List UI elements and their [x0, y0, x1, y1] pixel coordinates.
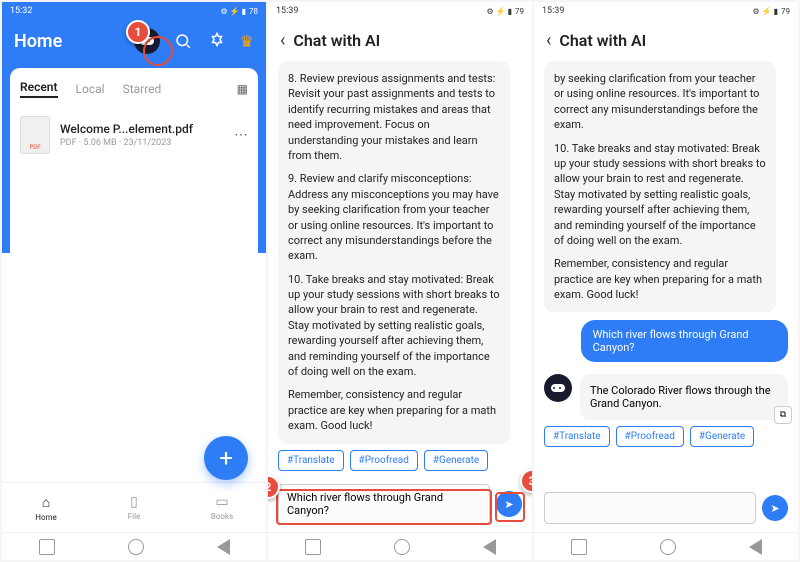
file-meta: PDF · 5.06 MB · 23/11/2023 — [60, 138, 224, 148]
books-icon: ▭ — [215, 494, 228, 510]
home-button[interactable] — [660, 539, 676, 555]
chat-screen-input: 15:39 ⚙ ⚡ ▮79 ‹ Chat with AI 8. Review p… — [268, 2, 532, 560]
file-tabs: Recent Local Starred ▦ — [20, 80, 248, 98]
home-button[interactable] — [394, 539, 410, 555]
user-message: Which river flows through Grand Canyon? — [581, 320, 788, 362]
callout-1: 1 — [126, 20, 150, 44]
quick-actions: #Translate #Proofread #Generate — [544, 420, 788, 453]
file-thumbnail-icon: PDF — [20, 116, 50, 154]
home-button[interactable] — [128, 539, 144, 555]
ai-message: 8. Review previous assignments and tests… — [278, 61, 510, 444]
recents-button[interactable] — [39, 539, 55, 555]
status-bar: 15:39 ⚙ ⚡ ▮79 — [534, 2, 798, 20]
tab-local[interactable]: Local — [76, 82, 105, 96]
nav-file[interactable]: ▯ File — [90, 483, 178, 532]
status-time: 15:39 — [276, 6, 298, 16]
back-icon[interactable]: ‹ — [280, 30, 285, 51]
chat-input-row: ➤ — [534, 486, 798, 532]
translate-button[interactable]: #Translate — [278, 450, 344, 471]
chat-title: Chat with AI — [559, 31, 646, 50]
chat-screen-reply: 15:39 ⚙ ⚡ ▮79 ‹ Chat with AI by seeking … — [534, 2, 798, 560]
status-icons: ⚙ ⚡ ▮79 — [752, 7, 790, 16]
system-nav — [268, 532, 532, 560]
tab-starred[interactable]: Starred — [123, 82, 162, 96]
status-time: 15:32 — [10, 6, 32, 16]
status-icons: ⚙ ⚡ ▮78 — [220, 7, 258, 16]
proofread-button[interactable]: #Proofread — [350, 450, 418, 471]
ai-avatar-icon — [544, 374, 572, 402]
chat-input-row: Which river flows through Grand Canyon? … — [268, 478, 532, 532]
copy-icon[interactable]: ⧉ — [774, 406, 792, 424]
system-nav — [2, 532, 266, 560]
file-list-item[interactable]: PDF Welcome P...element.pdf PDF · 5.06 M… — [20, 110, 248, 160]
ai-message: by seeking clarification from your teach… — [544, 61, 776, 312]
search-icon[interactable] — [172, 30, 194, 52]
page-title: Home — [14, 31, 62, 52]
home-screen: 15:32 ⚙ ⚡ ▮78 Home ♛ Recent Local Starre… — [2, 2, 266, 560]
recents-button[interactable] — [305, 539, 321, 555]
system-nav — [534, 532, 798, 560]
send-button[interactable]: ➤ — [496, 491, 522, 517]
back-button[interactable] — [749, 539, 762, 555]
back-button[interactable] — [217, 539, 230, 555]
add-button[interactable]: + — [204, 436, 248, 480]
bottom-nav: ⌂ Home ▯ File ▭ Books — [2, 482, 266, 532]
ai-reply: The Colorado River flows through the Gra… — [580, 374, 788, 420]
back-icon[interactable]: ‹ — [546, 30, 551, 51]
chat-input[interactable] — [544, 492, 756, 524]
home-icon: ⌂ — [42, 494, 50, 511]
file-icon: ▯ — [130, 494, 138, 510]
status-bar: 15:32 ⚙ ⚡ ▮78 — [2, 2, 266, 20]
recents-button[interactable] — [571, 539, 587, 555]
back-button[interactable] — [483, 539, 496, 555]
tab-recent[interactable]: Recent — [20, 80, 58, 98]
nav-home[interactable]: ⌂ Home — [2, 483, 90, 532]
view-grid-icon[interactable]: ▦ — [237, 82, 248, 96]
chat-input[interactable]: Which river flows through Grand Canyon? — [278, 484, 490, 524]
file-more-icon[interactable]: ⋯ — [234, 127, 248, 143]
send-button[interactable]: ➤ — [762, 495, 788, 521]
file-name: Welcome P...element.pdf — [60, 122, 224, 136]
translate-button[interactable]: #Translate — [544, 426, 610, 447]
nav-books[interactable]: ▭ Books — [178, 483, 266, 532]
chat-header: ‹ Chat with AI — [268, 20, 532, 61]
status-bar: 15:39 ⚙ ⚡ ▮79 — [268, 2, 532, 20]
generate-button[interactable]: #Generate — [424, 450, 488, 471]
quick-actions: #Translate #Proofread #Generate — [278, 444, 522, 477]
chat-title: Chat with AI — [293, 31, 380, 50]
ai-reply-row: The Colorado River flows through the Gra… — [544, 374, 788, 420]
status-icons: ⚙ ⚡ ▮79 — [486, 7, 524, 16]
status-time: 15:39 — [542, 6, 564, 16]
premium-icon[interactable]: ♛ — [240, 32, 254, 51]
proofread-button[interactable]: #Proofread — [616, 426, 684, 447]
chat-header: ‹ Chat with AI — [534, 20, 798, 61]
settings-icon[interactable] — [206, 30, 228, 52]
generate-button[interactable]: #Generate — [690, 426, 754, 447]
